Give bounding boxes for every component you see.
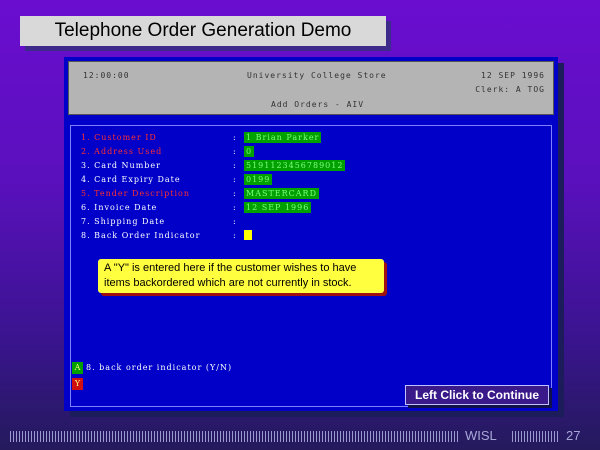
footer-decoration-right xyxy=(512,431,560,442)
address-used-input[interactable]: 0 xyxy=(244,146,255,157)
tooltip-callout: A "Y" is entered here if the customer wi… xyxy=(98,259,384,293)
hint-text: 8. back order indicator (Y/N) xyxy=(86,363,233,372)
terminal-header: 12:00:00 University College Store 12 SEP… xyxy=(68,61,554,115)
tender-description-input[interactable]: MASTERCARD xyxy=(244,188,319,199)
invoice-date-input[interactable]: 12 SEP 1996 xyxy=(244,202,312,213)
field-colon: : xyxy=(233,175,237,184)
field-label: 2. Address Used xyxy=(81,147,163,156)
card-expiry-input[interactable]: 0199 xyxy=(244,174,273,185)
field-label: 5. Tender Description xyxy=(81,189,190,198)
footer-decoration-left xyxy=(10,431,458,442)
field-colon: : xyxy=(233,133,237,142)
field-colon: : xyxy=(233,231,237,240)
back-order-input-cursor[interactable] xyxy=(244,230,252,240)
field-colon: : xyxy=(233,161,237,170)
page-number: 27 xyxy=(566,428,581,443)
header-time: 12:00:00 xyxy=(83,71,130,80)
hint-badge: A xyxy=(72,362,83,374)
callout-line-1: A "Y" is entered here if the customer wi… xyxy=(104,262,357,274)
field-colon: : xyxy=(233,189,237,198)
field-colon: : xyxy=(233,217,237,226)
callout-line-2: items backordered which are not currentl… xyxy=(104,277,352,289)
card-number-input[interactable]: 5191123456789012 xyxy=(244,160,346,171)
field-label: 8. Back Order Indicator xyxy=(81,231,201,240)
header-clerk: Clerk: A TOG xyxy=(475,85,545,94)
footer-org: WISL xyxy=(465,428,497,443)
field-colon: : xyxy=(233,203,237,212)
entry-input[interactable]: Y xyxy=(72,378,83,390)
slide-title: Telephone Order Generation Demo xyxy=(20,16,386,46)
continue-button[interactable]: Left Click to Continue xyxy=(405,385,549,405)
field-label: 3. Card Number xyxy=(81,161,161,170)
field-colon: : xyxy=(233,147,237,156)
field-label: 6. Invoice Date xyxy=(81,203,158,212)
header-mode: Add Orders - AIV xyxy=(271,100,365,109)
field-label: 1. Customer ID xyxy=(81,133,157,142)
field-label: 7. Shipping Date xyxy=(81,217,166,226)
slide-title-text: Telephone Order Generation Demo xyxy=(54,20,352,41)
terminal-window: 12:00:00 University College Store 12 SEP… xyxy=(64,57,558,411)
header-date: 12 SEP 1996 xyxy=(481,71,545,80)
header-store-name: University College Store xyxy=(247,71,387,80)
customer-id-input[interactable]: 1 Brian Parker xyxy=(244,132,322,143)
field-label: 4. Card Expiry Date xyxy=(81,175,181,184)
